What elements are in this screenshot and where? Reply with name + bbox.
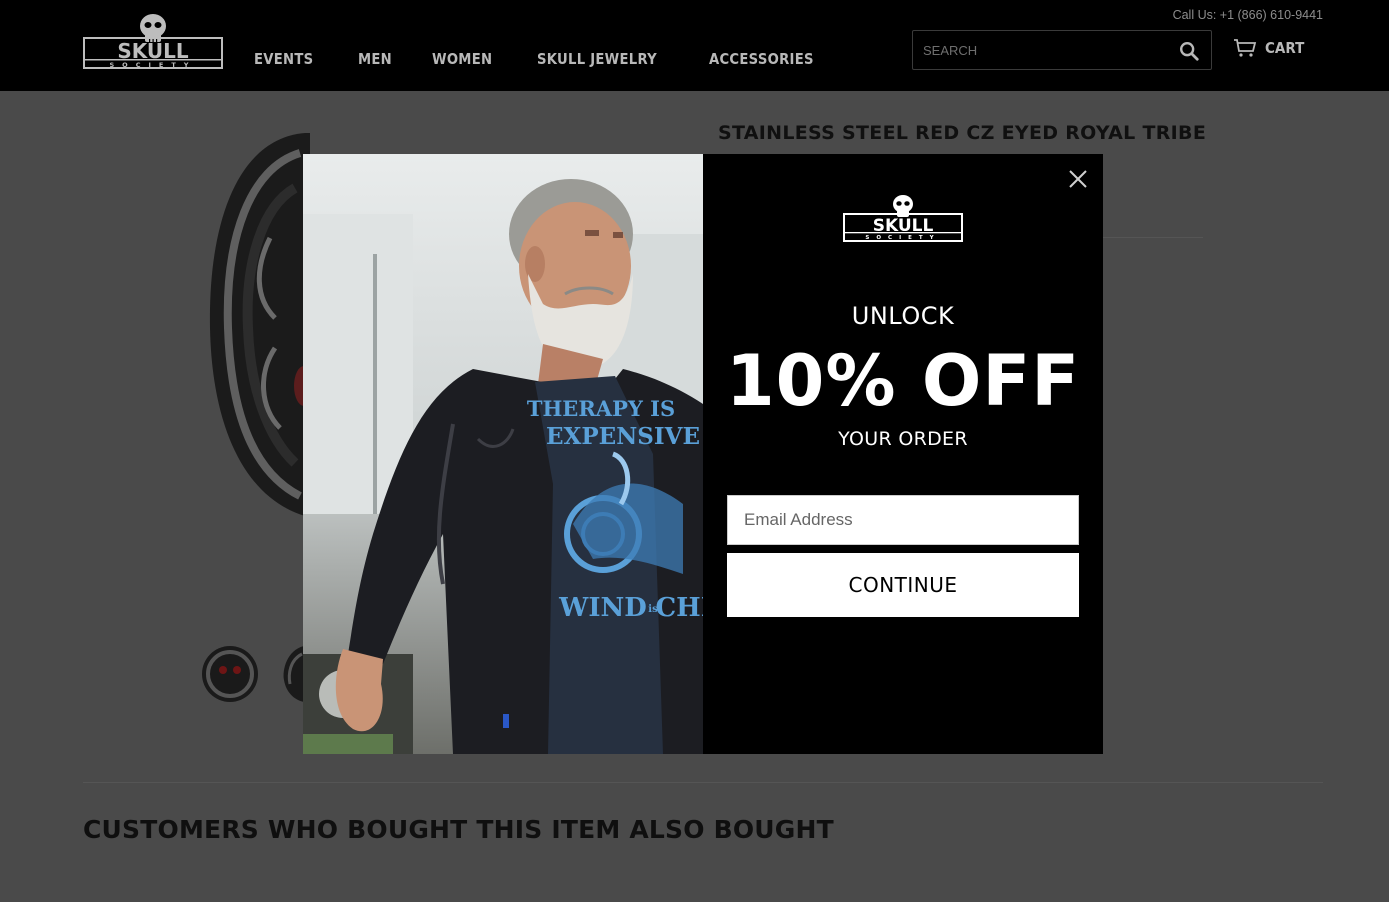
svg-text:WIND: WIND [558, 593, 647, 623]
cart-label: CART [1265, 39, 1305, 57]
your-order-text: YOUR ORDER [838, 428, 968, 450]
continue-button[interactable]: CONTINUE [727, 553, 1079, 617]
svg-text:SOCIETY: SOCIETY [865, 235, 940, 241]
divider [1103, 237, 1203, 238]
svg-text:SKULL: SKULL [873, 216, 934, 236]
site-header: SKULL SOCIETY EVENTS MEN WOMEN SKULL JEW… [0, 0, 1389, 91]
discount-text: 10% OFF [725, 340, 1081, 422]
svg-text:SKULL: SKULL [117, 39, 189, 63]
unlock-text: UNLOCK [851, 302, 955, 330]
discount-popup: THERAPY IS EXPENSIVE WIND is CHE [303, 154, 1103, 754]
cart-link[interactable]: CART [1233, 38, 1309, 58]
search-input[interactable] [913, 31, 1163, 69]
nav-skull-jewelry[interactable]: SKULL JEWELRY [537, 50, 657, 68]
main-nav: EVENTS MEN WOMEN SKULL JEWELRY ACCESSORI… [254, 50, 864, 68]
product-title: STAINLESS STEEL RED CZ EYED ROYAL TRIBE [718, 122, 1207, 144]
cart-icon [1234, 39, 1257, 57]
search-icon[interactable] [1178, 40, 1200, 62]
nav-men[interactable]: MEN [358, 50, 392, 68]
popup-form-panel: SKULL SOCIETY UNLOCK 10% OFF YOUR ORDER … [703, 154, 1103, 754]
popup-image: THERAPY IS EXPENSIVE WIND is CHE [303, 154, 703, 754]
search-box [912, 30, 1212, 70]
product-thumbnail[interactable] [196, 640, 262, 706]
close-icon[interactable] [1067, 168, 1089, 190]
skull-society-logo[interactable]: SKULL SOCIETY [83, 12, 223, 70]
call-us-text[interactable]: Call Us: +1 (866) 610-9441 [1173, 8, 1323, 22]
nav-women[interactable]: WOMEN [432, 50, 492, 68]
svg-text:CHE: CHE [655, 593, 703, 623]
svg-text:SOCIETY: SOCIETY [110, 61, 197, 69]
email-field[interactable] [727, 495, 1079, 545]
svg-text:EXPENSIVE: EXPENSIVE [546, 423, 700, 450]
biker-photo: THERAPY IS EXPENSIVE WIND is CHE [303, 154, 703, 754]
nav-events[interactable]: EVENTS [254, 50, 313, 68]
skull-society-logo: SKULL SOCIETY [843, 195, 963, 242]
divider [83, 782, 1323, 783]
product-image[interactable] [200, 128, 310, 518]
product-thumbnail[interactable] [282, 640, 304, 706]
svg-text:THERAPY IS: THERAPY IS [527, 396, 675, 421]
also-bought-heading: CUSTOMERS WHO BOUGHT THIS ITEM ALSO BOUG… [83, 815, 834, 844]
nav-accessories[interactable]: ACCESSORIES [709, 50, 814, 68]
